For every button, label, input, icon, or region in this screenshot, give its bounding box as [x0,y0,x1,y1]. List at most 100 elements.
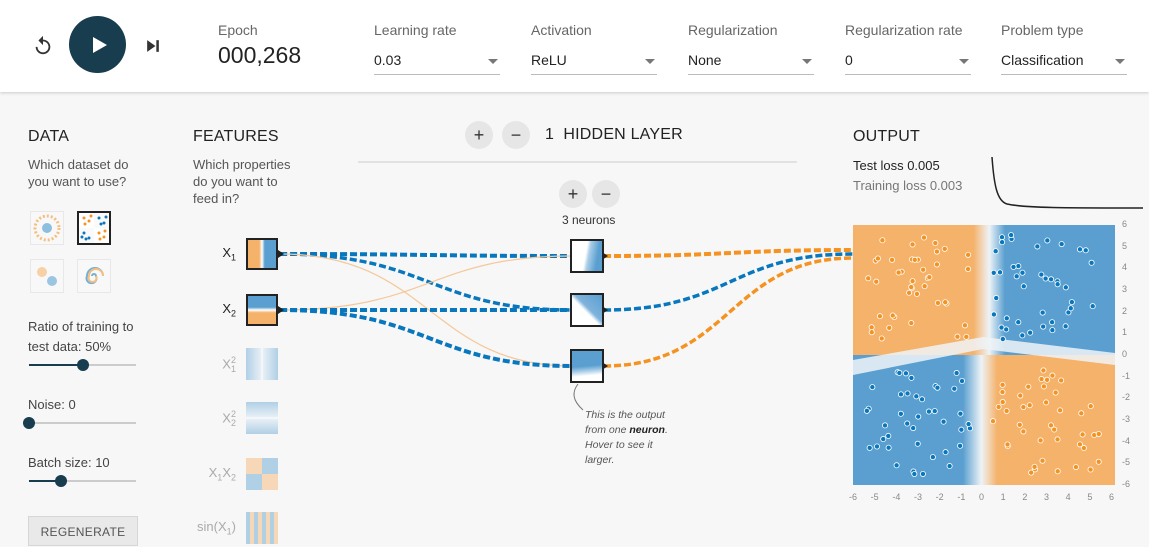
feature-x1[interactable] [246,238,278,270]
hidden-neuron-1[interactable] [570,239,604,273]
training-loss: Training loss 0.003 [853,178,962,193]
data-point [1087,466,1094,473]
data-point [1048,422,1055,429]
x-tick-label: -5 [870,492,879,502]
data-point [920,266,927,273]
data-point [1039,309,1046,316]
data-point [874,255,881,262]
remove-neuron-button[interactable]: − [592,180,620,208]
feature-x1-squared[interactable] [246,348,278,380]
data-point [929,454,936,461]
data-point [1087,403,1094,410]
data-point [1044,237,1051,244]
feature-sub: 2 [230,417,236,428]
data-point [946,463,953,470]
data-point [925,408,932,415]
data-point [906,289,913,296]
feature-sin-x1[interactable] [246,512,278,544]
x-tick-label: 6 [1109,492,1115,502]
data-point [1031,463,1038,470]
data-point [873,278,880,285]
data-point [999,239,1006,246]
data-point [1010,263,1017,270]
feature-x2[interactable] [246,294,278,326]
feature-x1x2[interactable] [246,458,278,490]
x-tick-label: 3 [1044,492,1050,502]
data-point [876,313,883,320]
data-point [869,384,876,391]
data-point [902,370,909,377]
data-point [908,320,915,327]
data-point [990,269,997,276]
data-point [896,369,903,376]
y-tick-label: -3 [1122,414,1131,424]
feature-text: sin(X [197,519,227,534]
annotation-bold: neuron [629,424,665,436]
data-point [885,444,892,451]
arrow-head [278,250,284,258]
hidden-neuron-2[interactable] [570,293,604,327]
training-loss-value: 0.003 [929,178,963,193]
data-point [1015,319,1022,326]
data-point [1020,404,1027,411]
data-point [880,436,887,443]
data-point [1042,275,1049,282]
data-point [1072,464,1079,471]
data-point [993,295,1000,302]
data-point [1062,323,1069,330]
data-point [1044,376,1051,383]
data-point [931,408,938,415]
data-point [1040,383,1047,390]
add-neuron-button[interactable]: + [559,180,587,208]
data-point [1019,332,1026,339]
y-tick-label: -4 [1122,435,1131,446]
data-point [1038,376,1045,383]
data-point [893,462,900,469]
data-point [990,418,997,425]
x-tick-label: -3 [914,492,923,502]
remove-layer-button[interactable]: − [502,121,530,149]
x-tick-label: 0 [979,492,985,502]
add-layer-button[interactable]: + [465,121,493,149]
data-point [1003,407,1010,414]
data-point [1003,315,1010,322]
x-tick-label: -6 [849,492,858,502]
data-point [910,425,917,432]
data-point [1095,458,1102,465]
data-point [995,403,1002,410]
data-point [914,440,921,447]
data-point [909,241,916,248]
data-point [954,333,961,340]
feature-text: ) [231,519,236,534]
data-point [908,284,915,291]
data-point [1054,281,1061,288]
hidden-layer-label: HIDDEN LAYER [563,126,683,143]
data-point [904,420,911,427]
data-point [911,256,918,263]
data-point [873,443,880,450]
y-tick-label: -2 [1122,392,1131,403]
data-point [992,248,999,255]
data-point [998,234,1005,241]
x-tick-label: -2 [935,492,944,502]
data-point [863,407,870,414]
data-point [1048,276,1055,283]
data-point [1068,299,1075,306]
y-tick-label: -6 [1122,479,1131,489]
data-point [926,274,933,281]
hidden-neuron-3[interactable] [570,349,604,383]
feature-text: X [222,301,231,316]
heatmap-top-region [853,225,1115,355]
data-point [1043,399,1050,406]
link-x1-n2 [279,252,573,312]
data-point [1062,284,1069,291]
data-point [963,333,970,340]
feature-label-x1: X1 [196,245,236,263]
feature-x2-squared[interactable] [246,402,278,434]
y-tick-label: 1 [1122,327,1128,338]
feature-sub: 1 [230,363,236,374]
data-point [999,399,1006,406]
loss-curve-chart [991,156,1144,209]
feature-sub: 1 [230,252,236,263]
data-point [1089,303,1096,310]
